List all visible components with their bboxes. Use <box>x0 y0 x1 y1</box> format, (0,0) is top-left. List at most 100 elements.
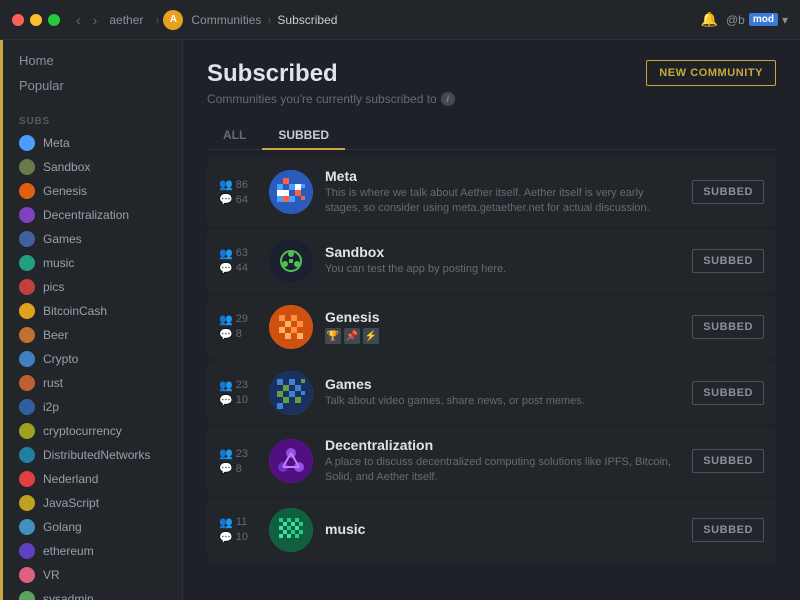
sidebar: Home Popular SUBS Meta Sandbox Genesis D… <box>3 40 183 600</box>
community-info: Genesis 🏆 📌 ⚡ <box>325 309 680 344</box>
sidebar-community-games[interactable]: Games <box>3 227 182 251</box>
community-label: rust <box>43 376 63 390</box>
tabs: ALL SUBBED <box>207 122 776 150</box>
title-chevron: › <box>155 13 159 27</box>
content-area: Subscribed Communities you're currently … <box>183 40 800 600</box>
titlebar-right: 🔔 @b mod ▾ <box>701 11 788 28</box>
sidebar-item-home[interactable]: Home <box>3 48 182 73</box>
sidebar-community-sandbox[interactable]: Sandbox <box>3 155 182 179</box>
page-heading: Subscribed Communities you're currently … <box>207 60 455 106</box>
sidebar-community-bitcoincash[interactable]: BitcoinCash <box>3 299 182 323</box>
community-label: Nederland <box>43 472 98 486</box>
sidebar-community-vr[interactable]: VR <box>3 563 182 587</box>
tab-subbed[interactable]: SUBBED <box>262 122 345 150</box>
user-dropdown-icon[interactable]: ▾ <box>782 13 788 27</box>
community-stats: 👥 23 💬 10 <box>219 379 257 407</box>
community-row[interactable]: 👥 63 💬 44 Sandbox You can t <box>207 229 776 293</box>
posts-icon: 💬 <box>219 462 233 475</box>
sidebar-community-cryptocurrency[interactable]: cryptocurrency <box>3 419 182 443</box>
member-count: 👥 86 <box>219 178 257 191</box>
posts-icon: 💬 <box>219 193 233 206</box>
members-icon: 👥 <box>219 447 233 460</box>
page-title: Subscribed <box>207 60 455 88</box>
nav-back-button[interactable]: ‹ <box>72 10 85 30</box>
community-info: Games Talk about video games, share news… <box>325 376 680 409</box>
sidebar-community-golang[interactable]: Golang <box>3 515 182 539</box>
subbed-button[interactable]: SUBBED <box>692 249 764 273</box>
breadcrumb-icon: A <box>163 10 183 30</box>
subbed-button[interactable]: SUBBED <box>692 381 764 405</box>
sidebar-community-sysadmin[interactable]: sysadmin <box>3 587 182 600</box>
community-row[interactable]: 👥 11 💬 10 <box>207 498 776 562</box>
username-label: @b <box>726 13 745 27</box>
community-icon <box>19 183 35 199</box>
community-label: Sandbox <box>43 160 90 174</box>
members-icon: 👥 <box>219 313 233 326</box>
community-icon <box>19 543 35 559</box>
sidebar-community-distributednetworks[interactable]: DistributedNetworks <box>3 443 182 467</box>
sidebar-community-beer[interactable]: Beer <box>3 323 182 347</box>
post-count: 💬 64 <box>219 193 257 206</box>
tab-all[interactable]: ALL <box>207 122 262 150</box>
community-row[interactable]: 👥 86 💬 64 <box>207 158 776 227</box>
badge-3: ⚡ <box>363 328 379 344</box>
sidebar-community-crypto[interactable]: Crypto <box>3 347 182 371</box>
sidebar-community-decentralization[interactable]: Decentralization <box>3 203 182 227</box>
sidebar-community-meta[interactable]: Meta <box>3 131 182 155</box>
breadcrumb-parent[interactable]: Communities <box>191 13 261 27</box>
subbed-button[interactable]: SUBBED <box>692 518 764 542</box>
sidebar-community-javascript[interactable]: JavaScript <box>3 491 182 515</box>
sidebar-community-ethereum[interactable]: ethereum <box>3 539 182 563</box>
member-count: 👥 23 <box>219 447 257 460</box>
community-label: Genesis <box>43 184 87 198</box>
community-name: Games <box>325 376 680 392</box>
community-icon <box>19 375 35 391</box>
posts-icon: 💬 <box>219 328 233 341</box>
community-desc: Talk about video games, share news, or p… <box>325 394 680 409</box>
community-avatar <box>269 508 313 552</box>
minimize-button[interactable] <box>30 14 42 26</box>
maximize-button[interactable] <box>48 14 60 26</box>
community-name: Meta <box>325 168 680 184</box>
post-count: 💬 10 <box>219 531 257 544</box>
sidebar-subs-label: SUBS <box>3 106 182 131</box>
member-count: 👥 11 <box>219 516 257 529</box>
community-name: Genesis <box>325 309 680 325</box>
post-count: 💬 44 <box>219 262 257 275</box>
community-row[interactable]: 👥 23 💬 8 Decentralization <box>207 427 776 496</box>
new-community-button[interactable]: NEW COMMUNITY <box>646 60 776 86</box>
content-header: Subscribed Communities you're currently … <box>207 60 776 106</box>
community-avatar <box>269 371 313 415</box>
subbed-button[interactable]: SUBBED <box>692 315 764 339</box>
community-stats: 👥 11 💬 10 <box>219 516 257 544</box>
sidebar-community-music[interactable]: music <box>3 251 182 275</box>
posts-icon: 💬 <box>219 394 233 407</box>
notifications-icon[interactable]: 🔔 <box>701 11 718 28</box>
community-row[interactable]: 👥 29 💬 8 <box>207 295 776 359</box>
sidebar-community-nederland[interactable]: Nederland <box>3 467 182 491</box>
sidebar-community-genesis[interactable]: Genesis <box>3 179 182 203</box>
sidebar-community-i2p[interactable]: i2p <box>3 395 182 419</box>
close-button[interactable] <box>12 14 24 26</box>
sidebar-community-rust[interactable]: rust <box>3 371 182 395</box>
breadcrumb-separator: › <box>267 13 271 27</box>
sidebar-item-popular[interactable]: Popular <box>3 73 182 98</box>
community-desc: This is where we talk about Aether itsel… <box>325 186 680 217</box>
nav-forward-button[interactable]: › <box>89 10 102 30</box>
badge-2: 📌 <box>344 328 360 344</box>
community-label: VR <box>43 568 60 582</box>
window-controls <box>12 14 60 26</box>
subbed-button[interactable]: SUBBED <box>692 180 764 204</box>
post-count: 💬 8 <box>219 328 257 341</box>
community-info: Meta This is where we talk about Aether … <box>325 168 680 217</box>
community-row[interactable]: 👥 23 💬 10 <box>207 361 776 425</box>
subbed-button[interactable]: SUBBED <box>692 449 764 473</box>
community-icon <box>19 591 35 600</box>
community-icon <box>19 519 35 535</box>
mod-badge: mod <box>749 13 778 26</box>
community-label: pics <box>43 280 64 294</box>
sidebar-community-pics[interactable]: pics <box>3 275 182 299</box>
community-icon <box>19 279 35 295</box>
nav-arrows: ‹ › <box>72 10 101 30</box>
titlebar: ‹ › aether › A Communities › Subscribed … <box>0 0 800 40</box>
